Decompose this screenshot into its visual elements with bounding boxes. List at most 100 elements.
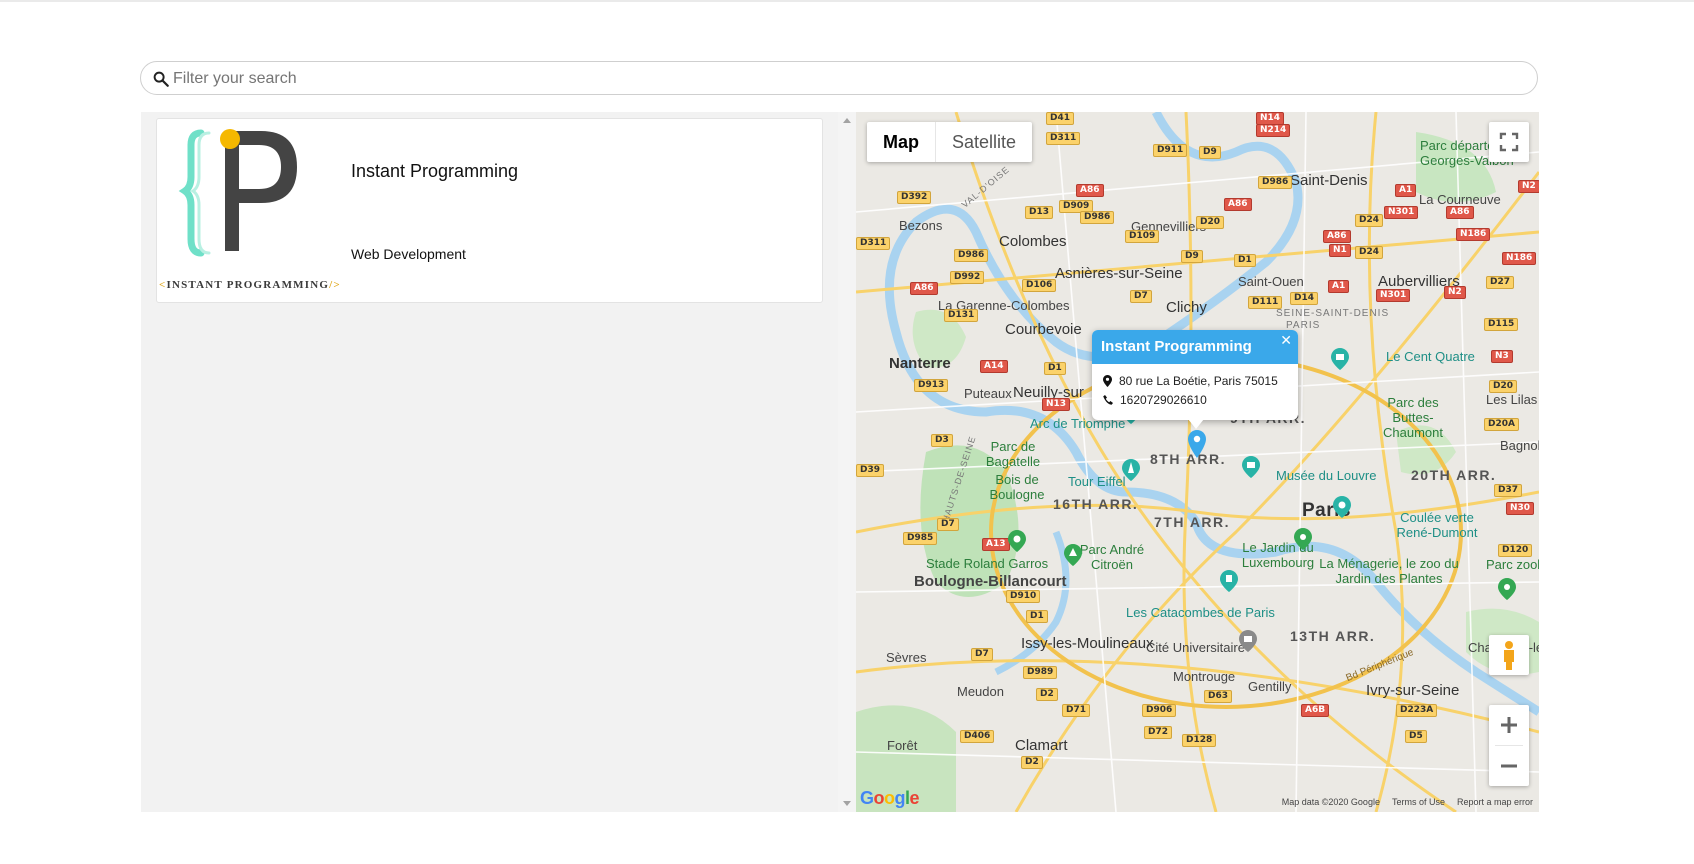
road-shield: D406 (960, 730, 995, 743)
zoom-in-button[interactable] (1489, 705, 1529, 745)
road-shield: D13 (1025, 206, 1053, 219)
road-shield: D910 (1006, 590, 1041, 603)
road-shield: N301 (1376, 289, 1411, 302)
info-address: 80 rue La Boétie, Paris 75015 (1119, 374, 1278, 388)
road-shield: D9 (1181, 250, 1203, 263)
google-logo[interactable]: Google (860, 788, 920, 809)
label-16th-arr: 16TH ARR. (1053, 496, 1139, 512)
road-shield: D20 (1196, 216, 1224, 229)
road-shield: D72 (1144, 726, 1172, 739)
map-type-satellite-button[interactable]: Satellite (936, 122, 1032, 162)
search-input[interactable] (171, 63, 1515, 95)
road-shield: D20A (1484, 418, 1519, 431)
menagerie-pin-icon[interactable] (1294, 528, 1312, 550)
label-cite-universitaire: Cité Universitaire (1146, 640, 1245, 655)
road-shield: A13 (982, 538, 1010, 551)
cite-universitaire-pin-icon[interactable] (1239, 630, 1257, 652)
label-issy: Issy-les-Moulineaux (1021, 635, 1154, 652)
fullscreen-button[interactable] (1489, 122, 1529, 162)
label-la-courneuve: La Courneuve (1419, 192, 1501, 207)
street-view-pegman[interactable] (1489, 635, 1529, 675)
label-les-lilas: Les Lilas (1486, 392, 1538, 407)
road-shield: D39 (856, 464, 884, 477)
label-musee-louvre: Musée du Louvre (1276, 468, 1377, 483)
road-shield: D311 (856, 237, 891, 250)
results-scrollbar[interactable] (838, 112, 856, 812)
label-montrouge: Montrouge (1173, 669, 1236, 684)
label-puteaux: Puteaux (964, 386, 1012, 401)
map-view[interactable]: Saint-Denis Parc départemen Georges-Valb… (856, 112, 1539, 812)
tour-eiffel-pin-icon[interactable] (1122, 459, 1140, 481)
plus-icon (1501, 717, 1517, 733)
map-attribution: Map data ©2020 Google Terms of Use Repor… (1282, 797, 1533, 807)
fullscreen-icon (1499, 132, 1519, 152)
zoom-control[interactable] (1489, 705, 1529, 786)
cent-quatre-pin-icon[interactable] (1331, 348, 1349, 370)
road-shield: D20 (1489, 380, 1517, 393)
label-foret: Forêt (887, 738, 918, 753)
listing-name[interactable]: Instant Programming (351, 161, 518, 182)
coulee-verte-pin-icon[interactable] (1333, 496, 1351, 518)
label-7th-arr: 7TH ARR. (1154, 514, 1231, 530)
road-shield: D120 (1498, 544, 1533, 557)
label-clichy: Clichy (1166, 299, 1207, 316)
minus-icon (1501, 764, 1517, 768)
label-tour-eiffel: Tour Eiffel (1068, 474, 1126, 489)
top-divider (0, 0, 1694, 2)
listing-category: Web Development (351, 246, 466, 262)
road-shield: D2 (1036, 688, 1058, 701)
road-shield: A14 (980, 360, 1008, 373)
terms-of-use-link[interactable]: Terms of Use (1392, 797, 1445, 807)
info-phone: 1620729026610 (1120, 393, 1207, 407)
road-shield: D989 (1023, 666, 1058, 679)
close-icon[interactable]: ✕ (1280, 333, 1292, 347)
road-shield: D986 (1080, 211, 1115, 224)
map-type-map-button[interactable]: Map (867, 122, 936, 162)
label-buttes-chaumont: Parc des Buttes-Chaumont (1383, 395, 1443, 440)
luxembourg-pin-icon[interactable] (1220, 570, 1238, 592)
road-shield: D5 (1405, 730, 1427, 743)
road-shield: N301 (1384, 206, 1419, 219)
report-error-link[interactable]: Report a map error (1457, 797, 1533, 807)
label-meudon: Meudon (957, 684, 1004, 699)
road-shield: D311 (1046, 132, 1081, 145)
road-shield: D115 (1484, 318, 1519, 331)
info-window-title: Instant Programming (1101, 338, 1252, 355)
label-bezons: Bezons (899, 218, 943, 233)
road-shield: N2 (1444, 286, 1466, 299)
road-shield: D7 (1130, 290, 1152, 303)
info-window[interactable]: Instant Programming ✕ 80 rue La Boétie, … (1092, 330, 1298, 420)
road-shield: D7 (971, 648, 993, 661)
label-parc-bagatelle: Parc de Bagatelle (985, 439, 1041, 469)
road-shield: D63 (1204, 690, 1232, 703)
road-shield: D985 (903, 532, 938, 545)
listing-card[interactable]: <INSTANT PROGRAMMING/> Instant Programmi… (156, 118, 823, 303)
location-pin-icon (1103, 375, 1112, 387)
road-shield: N214 (1256, 124, 1291, 137)
scroll-down-arrow[interactable] (843, 801, 851, 806)
label-andre-citroen: Parc André Citroën (1079, 542, 1145, 572)
road-shield: N1 (1329, 244, 1351, 257)
road-shield: D109 (1125, 230, 1160, 243)
andre-citroen-pin-icon[interactable] (1064, 544, 1082, 566)
scroll-up-arrow[interactable] (843, 118, 851, 123)
road-shield: D986 (1258, 176, 1293, 189)
label-boulogne: Boulogne-Billancourt (914, 573, 1067, 590)
road-shield: D1 (1026, 610, 1048, 623)
search-bar[interactable] (140, 61, 1538, 95)
map-type-control[interactable]: Map Satellite (867, 122, 1033, 162)
zoom-out-button[interactable] (1489, 746, 1529, 786)
road-shield: N30 (1506, 502, 1535, 515)
road-shield: D37 (1494, 484, 1522, 497)
label-13th-arr: 13TH ARR. (1290, 628, 1376, 644)
roland-garros-pin-icon[interactable] (1008, 530, 1026, 552)
parc-zoo-pin-icon[interactable] (1498, 578, 1516, 600)
road-shield: N3 (1491, 350, 1513, 363)
road-shield: D1 (1044, 362, 1066, 375)
louvre-pin-icon[interactable] (1242, 456, 1260, 478)
road-shield: D24 (1355, 246, 1383, 259)
map-data-text: Map data ©2020 Google (1281, 797, 1380, 807)
road-shield: D1 (1234, 254, 1256, 267)
location-marker-icon[interactable] (1188, 430, 1206, 458)
label-courbevoie: Courbevoie (1005, 321, 1082, 338)
